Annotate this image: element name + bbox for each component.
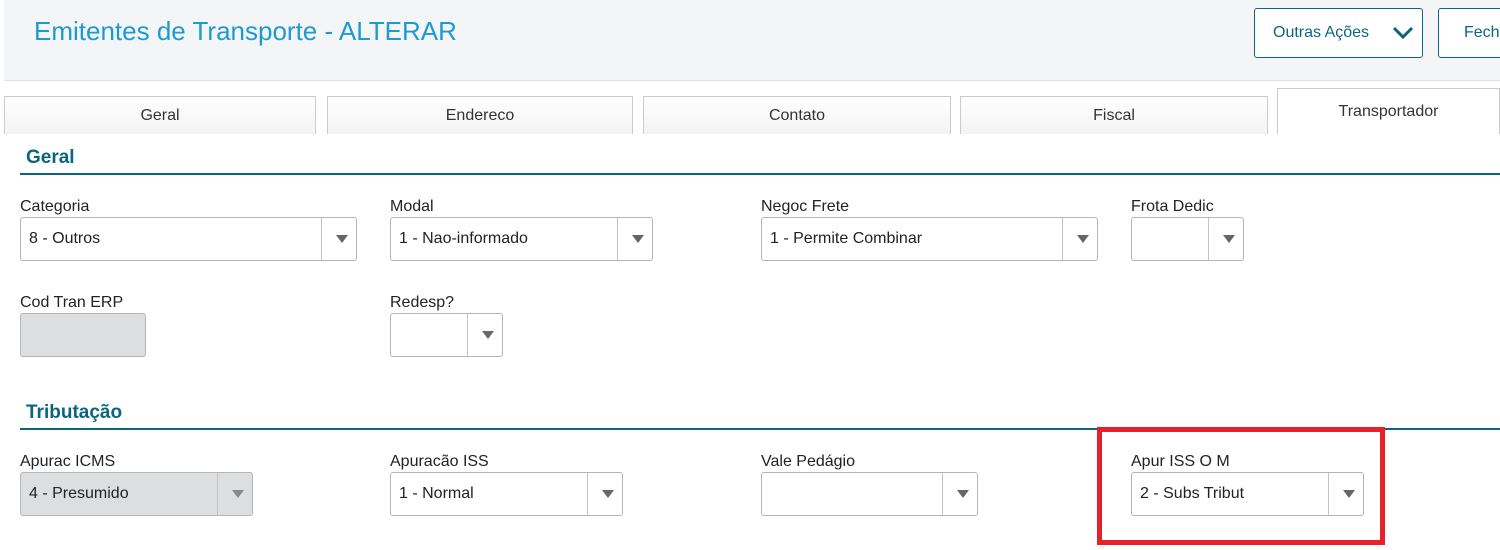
dropdown-arrow-icon: [957, 490, 969, 498]
highlight-annotation-box: [1097, 427, 1385, 545]
select-separator: [942, 473, 943, 515]
more-actions-button[interactable]: Outras Ações: [1254, 8, 1423, 58]
section-title-geral: Geral: [26, 147, 75, 168]
tab-fiscal[interactable]: Fiscal: [960, 96, 1268, 134]
apurac-icms-select: 4 - Presumido: [20, 472, 253, 516]
vale-pedagio-label: Vale Pedágio: [761, 453, 855, 470]
categoria-label: Categoria: [20, 198, 90, 215]
page-title: Emitentes de Transporte - ALTERAR: [34, 16, 457, 46]
categoria-select[interactable]: 8 - Outros: [20, 217, 357, 261]
dropdown-arrow-icon: [336, 235, 348, 243]
dropdown-arrow-icon: [482, 331, 494, 339]
negoc-frete-select[interactable]: 1 - Permite Combinar: [761, 217, 1098, 261]
tab-geral[interactable]: Geral: [4, 96, 316, 134]
close-button[interactable]: Fech: [1438, 8, 1500, 58]
apuracao-iss-value: 1 - Normal: [399, 485, 474, 502]
select-separator: [1062, 218, 1063, 260]
frota-dedic-label: Frota Dedic: [1131, 198, 1214, 215]
negoc-frete-value: 1 - Permite Combinar: [770, 230, 923, 247]
select-separator: [587, 473, 588, 515]
frota-dedic-select[interactable]: [1131, 217, 1244, 261]
select-separator: [217, 473, 218, 515]
modal-value: 1 - Nao-informado: [399, 230, 528, 247]
redesp-select[interactable]: [390, 313, 503, 357]
select-separator: [617, 218, 618, 260]
select-separator: [1208, 218, 1209, 260]
tab-bar: Geral Endereco Contato Fiscal Transporta…: [4, 88, 1500, 134]
tab-endereco[interactable]: Endereco: [327, 96, 633, 134]
dropdown-arrow-icon: [1223, 235, 1235, 243]
cod-tran-erp-label: Cod Tran ERP: [20, 294, 124, 311]
select-separator: [321, 218, 322, 260]
modal-label: Modal: [390, 198, 434, 215]
negoc-frete-label: Negoc Frete: [761, 198, 850, 215]
modal-select[interactable]: 1 - Nao-informado: [390, 217, 653, 261]
more-actions-label: Outras Ações: [1273, 24, 1370, 41]
dropdown-arrow-icon: [232, 490, 244, 498]
vale-pedagio-select[interactable]: [761, 472, 978, 516]
section-divider: [20, 173, 1500, 175]
section-title-tributacao: Tributação: [26, 402, 123, 423]
apurac-icms-value: 4 - Presumido: [29, 485, 129, 502]
tab-transportador[interactable]: Transportador: [1277, 88, 1500, 134]
apuracao-iss-label: Apuracão ISS: [390, 453, 489, 470]
dropdown-arrow-icon: [632, 235, 644, 243]
redesp-label: Redesp?: [390, 294, 455, 311]
apuracao-iss-select[interactable]: 1 - Normal: [390, 472, 623, 516]
dropdown-arrow-icon: [602, 490, 614, 498]
chevron-down-icon: [1392, 26, 1414, 40]
apurac-icms-label: Apurac ICMS: [20, 453, 116, 470]
tab-contato[interactable]: Contato: [643, 96, 951, 134]
categoria-value: 8 - Outros: [29, 230, 101, 247]
select-separator: [467, 314, 468, 356]
cod-tran-erp-field: [20, 313, 146, 357]
dropdown-arrow-icon: [1077, 235, 1089, 243]
